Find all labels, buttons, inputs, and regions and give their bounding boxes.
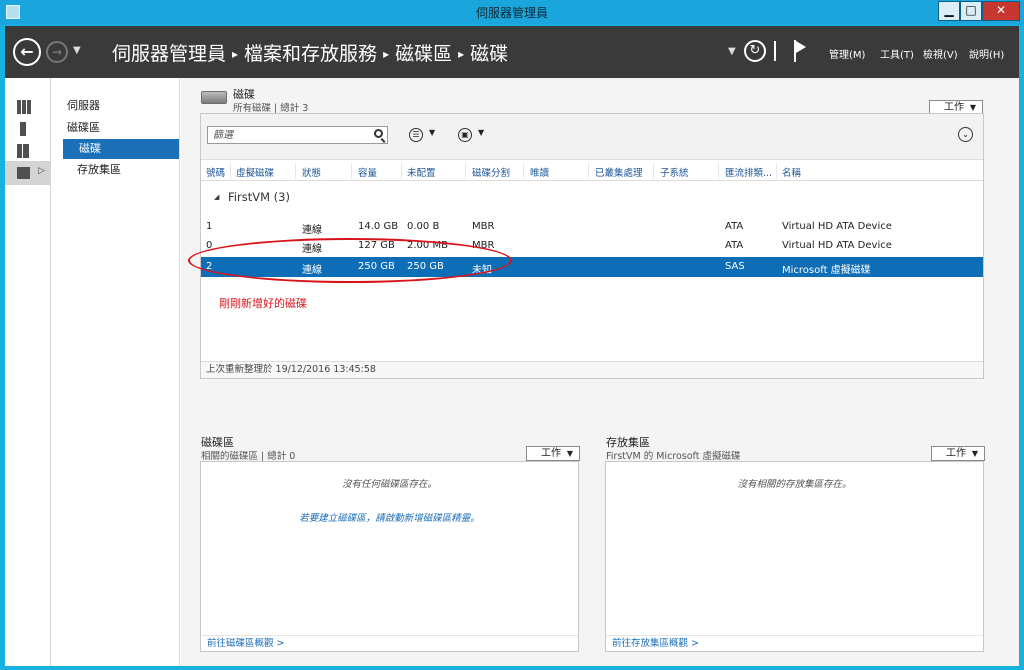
content-area: 磁碟 所有磁碟 | 總計 3 工作▼ ☰▼ ▣▼ ⌄ 號碼 虛擬磁碟 狀態 (181, 78, 1019, 666)
disk-icon (201, 91, 227, 104)
annotation-text: 剛剛新增好的磁碟 (219, 297, 307, 310)
sub-navigation: 伺服器 磁碟區 磁碟 存放集區 (52, 78, 180, 666)
disks-panel: ☰▼ ▣▼ ⌄ 號碼 虛擬磁碟 狀態 容量 未配置 磁碟分割 唯讀 已叢集處理 (188, 113, 984, 379)
disks-subtitle: 所有磁碟 | 總計 3 (233, 103, 309, 114)
disks-last-refresh: 上次重新整理於 19/12/2016 13:45:58 (201, 361, 983, 378)
rail-item-dashboard[interactable] (5, 96, 51, 120)
pools-empty-message: 沒有相關的存放集區存在。 (737, 479, 852, 490)
column-name[interactable]: 名稱 (782, 165, 801, 179)
group-header[interactable]: ◢ FirstVM (3) (201, 186, 983, 208)
menu-manage[interactable]: 管理(M) (829, 46, 865, 61)
dashboard-icon (17, 100, 31, 114)
volumes-empty-message: 沒有任何磁碟區存在。 (341, 479, 437, 490)
column-virtual-disk[interactable]: 虛擬磁碟 (236, 165, 274, 179)
cell-unallocated: 0.00 B (407, 221, 440, 232)
menu-help[interactable]: 說明(H) (969, 46, 1004, 61)
pools-tasks-button[interactable]: 工作 ▼ (931, 446, 985, 461)
header-divider (774, 41, 776, 61)
save-query-icon: ▣ (458, 128, 472, 142)
cell-partition: MBR (472, 221, 495, 232)
column-status[interactable]: 狀態 (302, 165, 321, 179)
window-title-bar: 伺服器管理員 ▁ □ ✕ (0, 0, 1024, 25)
filter-bar: ☰▼ ▣▼ ⌄ (201, 114, 983, 160)
disks-section-header: 磁碟 所有磁碟 | 總計 3 工作 ▼ (201, 84, 1001, 115)
cell-status: 連線 (302, 225, 322, 236)
all-servers-icon (17, 144, 29, 158)
save-query-button[interactable]: ▣ ▼ (458, 127, 492, 143)
table-row[interactable]: 1 連線 14.0 GB 0.00 B MBR ATA Virtual HD A… (201, 217, 983, 237)
cell-bus-type: ATA (725, 240, 744, 251)
volumes-panel: 沒有任何磁碟區存在。 若要建立磁碟區，請啟動新增磁碟區精靈。 前往磁碟區概觀 > (200, 461, 579, 652)
header-bar: ← → ▼ 伺服器管理員 ▸ 檔案和存放服務 ▸ 磁碟區 ▸ 磁碟 ▼ ↻ 管理(M) 工具… (5, 26, 1019, 78)
pools-overview-link[interactable]: 前往存放集區概觀 > (606, 635, 983, 651)
column-capacity[interactable]: 容量 (358, 165, 377, 179)
server-manager-window: ← → ▼ 伺服器管理員 ▸ 檔案和存放服務 ▸ 磁碟區 ▸ 磁碟 ▼ ↻ 管理(M) 工具… (5, 26, 1019, 666)
breadcrumb-separator: ▸ (458, 47, 465, 61)
column-number[interactable]: 號碼 (206, 165, 225, 179)
cell-capacity: 14.0 GB (358, 221, 399, 232)
refresh-dropdown-icon[interactable]: ▼ (728, 46, 736, 57)
column-clustered[interactable]: 已叢集處理 (595, 165, 643, 179)
tasks-label: 工作 (946, 448, 966, 459)
filter-box (207, 126, 388, 144)
column-read-only[interactable]: 唯讀 (530, 165, 549, 179)
pools-subtitle: FirstVM 的 Microsoft 虛擬磁碟 (606, 451, 741, 462)
rail-item-local-server[interactable] (5, 118, 51, 142)
local-server-icon (20, 122, 26, 136)
column-partition[interactable]: 磁碟分割 (472, 165, 510, 179)
menu-tools[interactable]: 工具(T) (880, 46, 914, 61)
icon-rail: ▷ (5, 78, 51, 666)
new-volume-wizard-link[interactable]: 若要建立磁碟區，請啟動新增磁碟區精靈。 (201, 510, 578, 524)
volumes-overview-link[interactable]: 前往磁碟區概觀 > (201, 635, 578, 651)
expand-arrow-icon: ▷ (38, 166, 45, 176)
search-icon[interactable] (374, 129, 383, 138)
column-unallocated[interactable]: 未配置 (407, 165, 436, 179)
volumes-subtitle: 相關的磁碟區 | 總計 0 (201, 451, 296, 462)
breadcrumb-item-file-storage[interactable]: 檔案和存放服務 (244, 43, 377, 65)
table-column-header: 號碼 虛擬磁碟 狀態 容量 未配置 磁碟分割 唯讀 已叢集處理 子系統 匯流排類… (201, 161, 983, 181)
cell-bus-type: ATA (725, 221, 744, 232)
volumes-tasks-button[interactable]: 工作 ▼ (526, 446, 580, 461)
collapse-icon[interactable]: ⌄ (958, 127, 973, 142)
subnav-item-volumes[interactable]: 磁碟區 (52, 118, 179, 138)
cell-bus-type: SAS (725, 261, 745, 272)
filter-input[interactable] (208, 127, 368, 143)
subnav-item-disks[interactable]: 磁碟 (63, 139, 179, 159)
group-collapse-icon[interactable]: ◢ (214, 193, 219, 201)
breadcrumb-item-server-manager[interactable]: 伺服器管理員 (112, 43, 226, 65)
tasks-label: 工作 (541, 448, 561, 459)
breadcrumb-item-disks: 磁碟 (470, 43, 509, 65)
file-services-icon (17, 167, 30, 179)
forward-arrow-icon[interactable]: → (46, 41, 68, 63)
subnav-item-pools[interactable]: 存放集區 (52, 160, 179, 180)
cell-name: Microsoft 虛擬磁碟 (782, 265, 871, 276)
column-bus-type[interactable]: 匯流排類... (725, 165, 772, 179)
breadcrumb: 伺服器管理員 ▸ 檔案和存放服務 ▸ 磁碟區 ▸ 磁碟 (112, 39, 508, 66)
list-view-icon: ☰ (409, 128, 423, 142)
list-view-button[interactable]: ☰ ▼ (409, 127, 443, 143)
cell-number: 1 (206, 221, 213, 232)
history-dropdown-icon[interactable]: ▼ (73, 45, 81, 56)
close-button[interactable]: ✕ (982, 1, 1020, 21)
cell-name: Virtual HD ATA Device (782, 240, 892, 251)
tasks-label: 工作 (944, 102, 964, 113)
menu-view[interactable]: 檢視(V) (923, 46, 958, 61)
group-label: FirstVM (3) (228, 190, 290, 204)
window-title: 伺服器管理員 (475, 6, 548, 20)
breadcrumb-separator: ▸ (383, 47, 390, 61)
pools-panel: 沒有相關的存放集區存在。 前往存放集區概觀 > (605, 461, 984, 652)
breadcrumb-separator: ▸ (232, 47, 239, 61)
rail-item-file-services[interactable]: ▷ (5, 161, 51, 185)
refresh-icon[interactable]: ↻ (744, 40, 766, 62)
subnav-item-servers[interactable]: 伺服器 (52, 96, 179, 116)
flag-icon[interactable] (792, 40, 808, 62)
maximize-button[interactable]: □ (960, 1, 982, 21)
back-arrow-icon[interactable]: ← (13, 38, 41, 66)
breadcrumb-item-volumes[interactable]: 磁碟區 (395, 43, 452, 65)
cell-name: Virtual HD ATA Device (782, 221, 892, 232)
annotation-highlight-ring (188, 238, 512, 283)
column-subsystem[interactable]: 子系統 (660, 165, 689, 179)
minimize-button[interactable]: ▁ (938, 1, 960, 21)
